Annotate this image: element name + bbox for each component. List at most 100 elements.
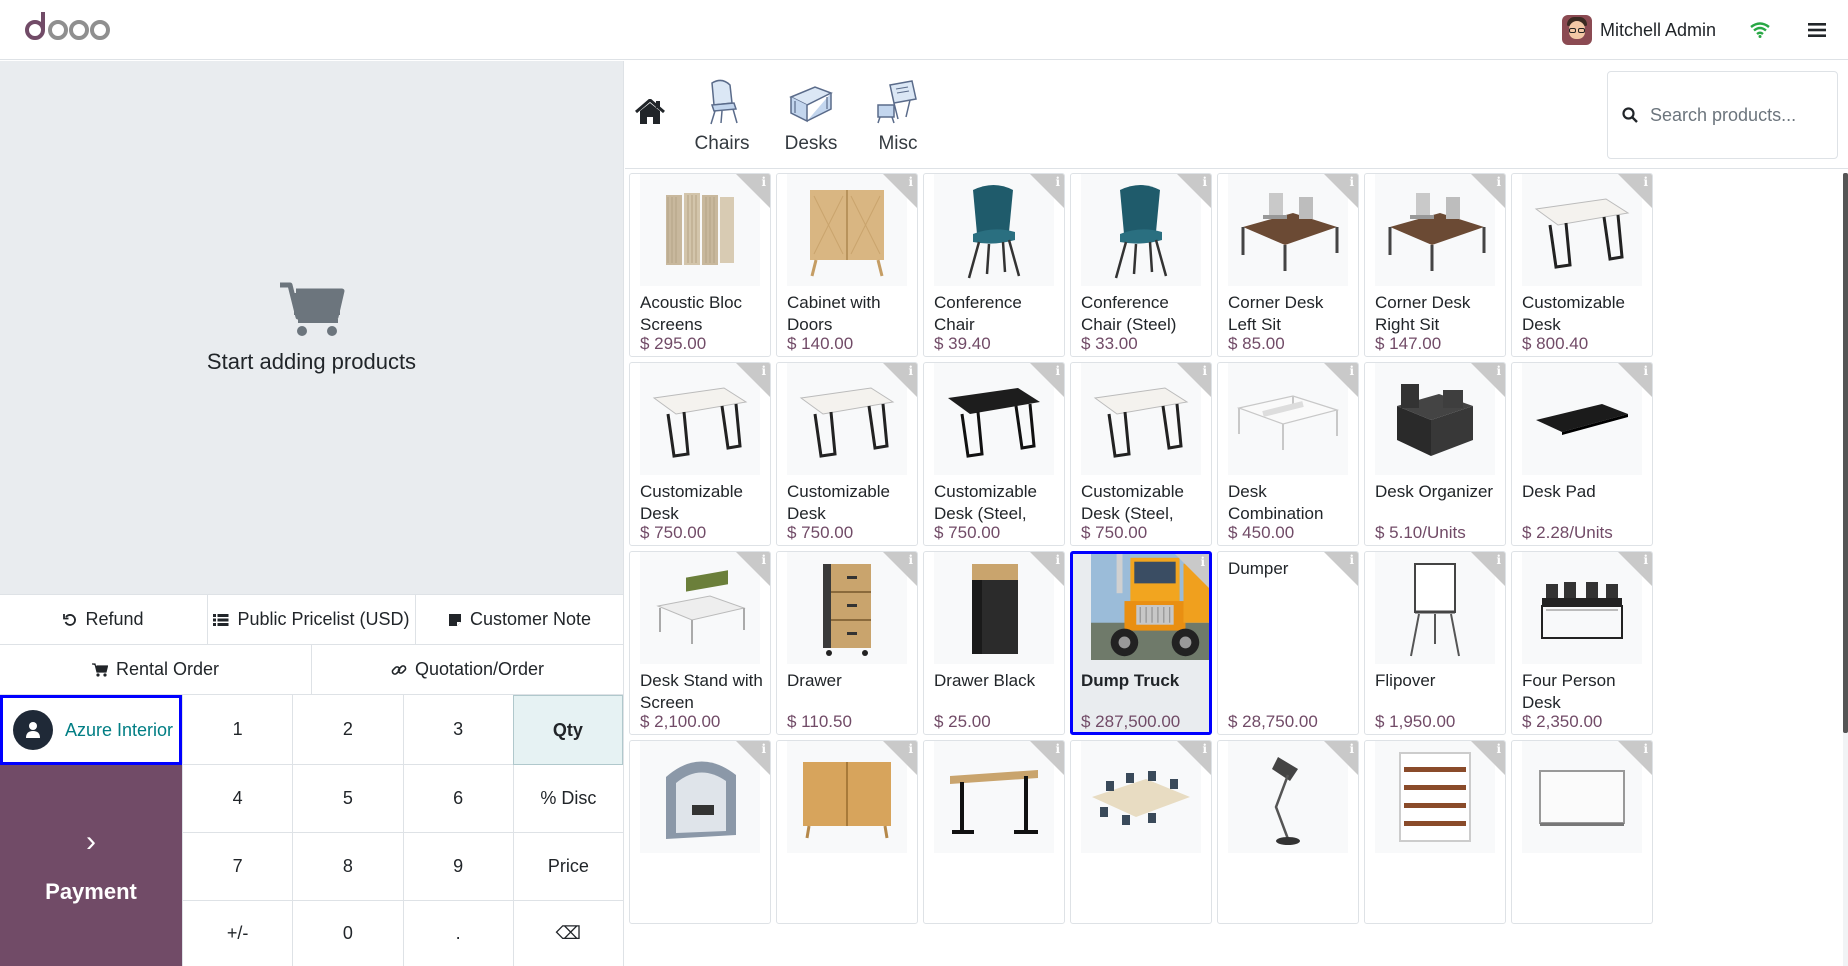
product-card[interactable]: i Conference Chair (Steel) $ 33.00 [1070, 173, 1212, 357]
numpad-decimal[interactable]: . [402, 901, 513, 966]
category-misc[interactable]: Misc [853, 79, 943, 155]
menu-icon[interactable] [1808, 22, 1826, 38]
numpad-key-1[interactable]: 1 [182, 695, 293, 765]
product-card[interactable]: i [776, 740, 918, 924]
numpad-key-0[interactable]: 0 [292, 901, 403, 966]
product-card[interactable]: i [1217, 740, 1359, 924]
product-card[interactable]: i Dump Truck $ 287,500.00 [1070, 551, 1212, 735]
product-card[interactable]: i Desk Combination $ 450.00 [1217, 362, 1359, 546]
product-card[interactable]: i [1070, 740, 1212, 924]
product-card[interactable]: i Flipover $ 1,950.00 [1364, 551, 1506, 735]
info-icon[interactable]: i [1496, 553, 1501, 567]
info-icon[interactable]: i [1643, 553, 1648, 567]
product-card[interactable]: i Cabinet with Doors $ 140.00 [776, 173, 918, 357]
info-icon[interactable]: i [1496, 364, 1501, 378]
product-card[interactable]: i Customizable Desk (Custom,…$ 750.00 [629, 362, 771, 546]
customer-button[interactable]: Azure Interior [0, 695, 182, 765]
category-chairs[interactable]: Chairs [677, 79, 767, 155]
info-icon[interactable]: i [1202, 742, 1207, 756]
numpad-key-7[interactable]: 7 [182, 833, 293, 901]
product-price: $ 295.00 [640, 334, 707, 353]
product-card[interactable]: i Drawer $ 110.50 [776, 551, 918, 735]
info-icon[interactable]: i [1055, 553, 1060, 567]
numpad-price-mode[interactable]: Price [512, 833, 623, 901]
product-card[interactable]: i Desk Stand with Screen $ 2,100.00 [629, 551, 771, 735]
info-icon[interactable]: i [1055, 742, 1060, 756]
quotation-order-button[interactable]: Quotation/Order [312, 645, 623, 694]
product-card[interactable]: i Drawer Black $ 25.00 [923, 551, 1065, 735]
category-bar: Chairs Desks Misc [625, 61, 1848, 169]
numpad-key-9[interactable]: 9 [402, 833, 513, 901]
product-name: Desk Stand with Screen [640, 671, 763, 712]
product-name: Dumper [1228, 559, 1289, 578]
payment-button[interactable]: › Payment [0, 765, 182, 966]
refund-button[interactable]: Refund [0, 595, 208, 644]
info-icon[interactable]: i [1055, 175, 1060, 189]
rental-order-button[interactable]: Rental Order [0, 645, 312, 694]
numpad-key-2[interactable]: 2 [292, 695, 403, 765]
info-icon[interactable]: i [908, 175, 913, 189]
product-scrollbar[interactable] [1843, 173, 1848, 966]
search-box[interactable] [1607, 71, 1838, 159]
numpad-disc-mode[interactable]: % Disc [512, 765, 623, 833]
info-icon[interactable]: i [1349, 175, 1354, 189]
category-desks[interactable]: Desks [766, 79, 856, 155]
top-bar: Mitchell Admin [0, 0, 1848, 60]
product-card[interactable]: i Customizable Desk (Steel, Black)$ 750.0… [923, 362, 1065, 546]
info-icon[interactable]: i [1349, 364, 1354, 378]
product-name: Dump Truck [1081, 671, 1180, 690]
product-card[interactable]: i Customizable Desk (Aluminium…$ 800.40 [1511, 173, 1653, 357]
numpad-key-4[interactable]: 4 [182, 765, 293, 833]
info-icon[interactable]: i [1643, 175, 1648, 189]
info-icon[interactable]: i [1202, 175, 1207, 189]
info-icon[interactable]: i [908, 742, 913, 756]
info-icon[interactable]: i [761, 742, 766, 756]
search-input[interactable] [1650, 104, 1820, 126]
product-card[interactable]: i [923, 740, 1065, 924]
product-card[interactable]: i [1511, 740, 1653, 924]
odoo-logo[interactable] [24, 12, 120, 42]
product-card[interactable]: i Desk Organizer $ 5.10/Units [1364, 362, 1506, 546]
numpad-qty-mode[interactable]: Qty [512, 695, 623, 765]
info-icon[interactable]: i [1643, 742, 1648, 756]
numpad-key-8[interactable]: 8 [292, 833, 403, 901]
product-card[interactable]: i [629, 740, 771, 924]
info-icon[interactable]: i [1055, 364, 1060, 378]
user-name[interactable]: Mitchell Admin [1600, 20, 1716, 41]
product-card[interactable]: i Dumper $ 28,750.00 [1217, 551, 1359, 735]
info-icon[interactable]: i [761, 553, 766, 567]
info-icon[interactable]: i [1496, 175, 1501, 189]
product-card[interactable]: i Conference Chair (Aluminium)$ 39.40 [923, 173, 1065, 357]
pricelist-button[interactable]: Public Pricelist (USD) [208, 595, 416, 644]
info-icon[interactable]: i [761, 175, 766, 189]
numpad-plus-minus[interactable]: +/- [182, 901, 293, 966]
info-icon[interactable]: i [1200, 555, 1205, 569]
product-price: $ 85.00 [1228, 334, 1285, 353]
home-category-button[interactable] [635, 98, 665, 130]
info-icon[interactable]: i [908, 553, 913, 567]
product-card[interactable]: i Corner Desk Left Sit $ 85.00 [1217, 173, 1359, 357]
category-label: Chairs [694, 133, 750, 154]
numpad-backspace[interactable]: ⌫ [512, 901, 623, 966]
numpad-key-5[interactable]: 5 [292, 765, 403, 833]
product-price: $ 2,100.00 [640, 712, 721, 731]
product-card[interactable]: i Desk Pad $ 2.28/Units [1511, 362, 1653, 546]
product-card[interactable]: i Acoustic Bloc Screens $ 295.00 [629, 173, 771, 357]
info-icon[interactable]: i [1349, 742, 1354, 756]
product-card[interactable]: i Corner Desk Right Sit $ 147.00 [1364, 173, 1506, 357]
product-card[interactable]: i Customizable Desk (Steel, White)$ 750.0… [1070, 362, 1212, 546]
product-price: $ 33.00 [1081, 334, 1138, 353]
product-card[interactable]: i [1364, 740, 1506, 924]
info-icon[interactable]: i [908, 364, 913, 378]
product-price: $ 750.00 [640, 523, 707, 542]
product-card[interactable]: i Four Person Desk $ 2,350.00 [1511, 551, 1653, 735]
user-avatar[interactable] [1561, 15, 1592, 45]
info-icon[interactable]: i [761, 364, 766, 378]
numpad-key-6[interactable]: 6 [402, 765, 513, 833]
info-icon[interactable]: i [1643, 364, 1648, 378]
customer-note-button[interactable]: Customer Note [416, 595, 623, 644]
info-icon[interactable]: i [1202, 364, 1207, 378]
product-card[interactable]: i Customizable Desk (Custom,…$ 750.00 [776, 362, 918, 546]
info-icon[interactable]: i [1496, 742, 1501, 756]
numpad-key-3[interactable]: 3 [402, 695, 513, 765]
